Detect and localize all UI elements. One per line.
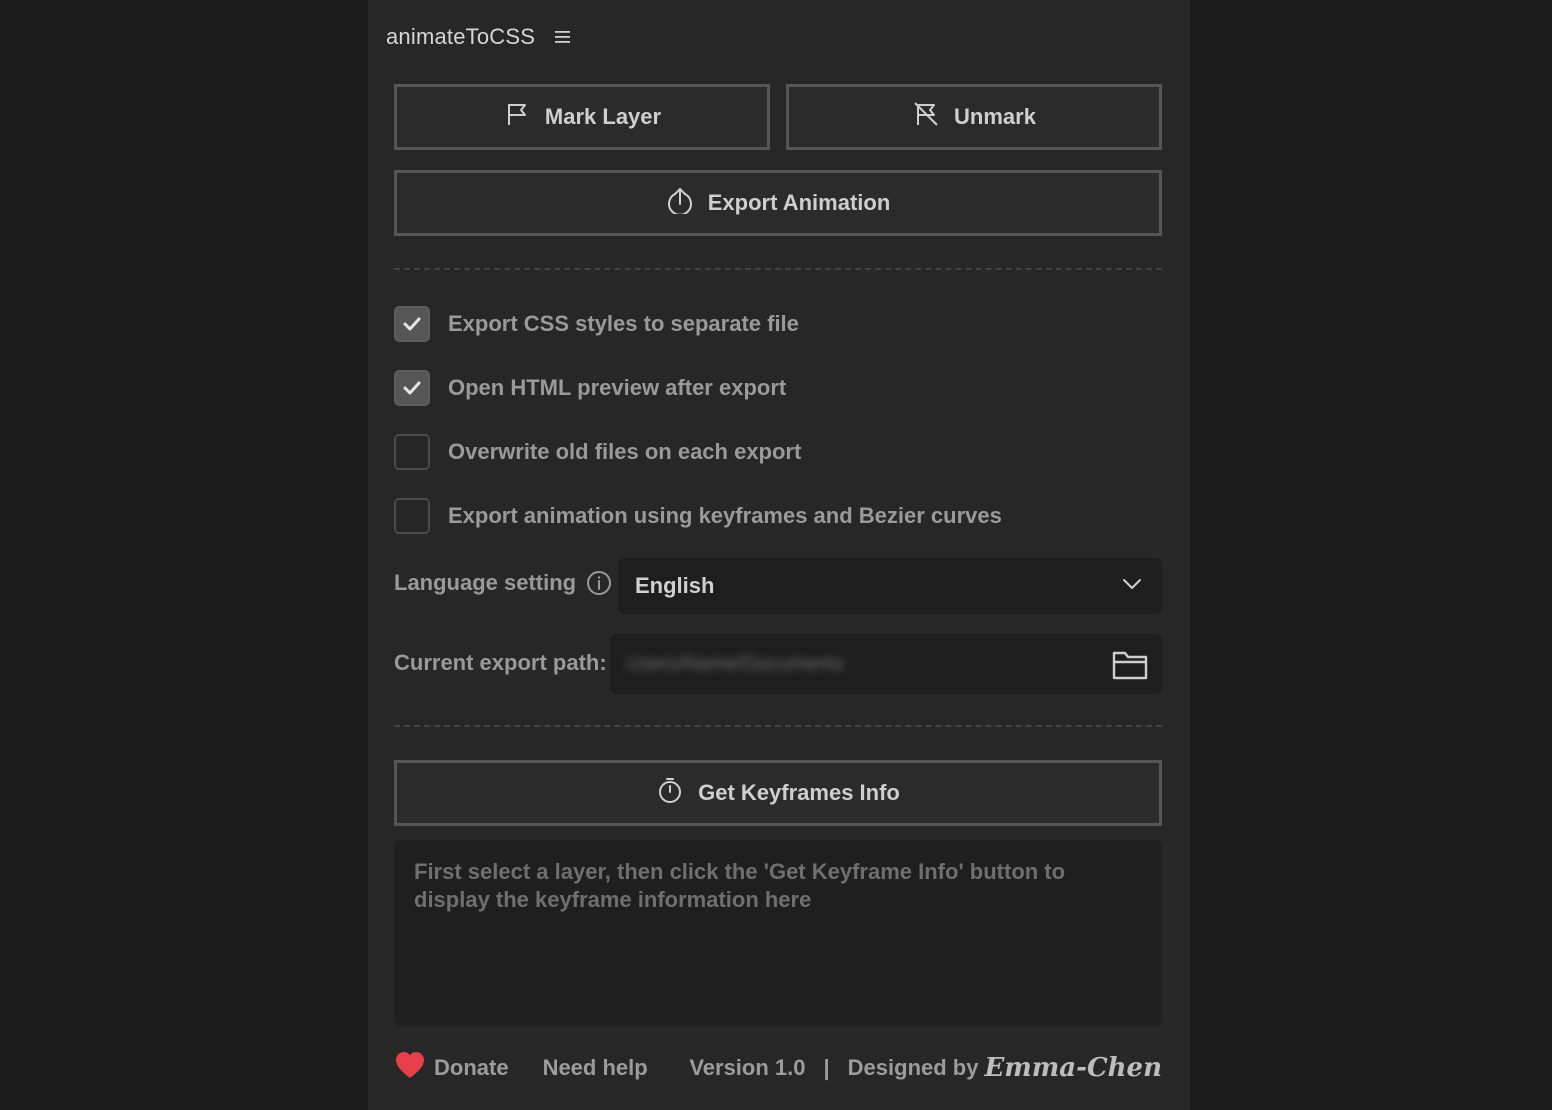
export-path-value: Users/Name/Documents — [626, 652, 844, 675]
language-label-text: Language setting — [394, 570, 577, 595]
get-keyframes-info-button[interactable]: Get Keyframes Info — [394, 760, 1162, 826]
option-label: Export CSS styles to separate file — [448, 311, 799, 336]
timer-icon — [656, 776, 684, 810]
mark-layer-label: Mark Layer — [544, 104, 662, 129]
author-signature[interactable]: Emma-Chen — [984, 1053, 1162, 1083]
unmark-button[interactable]: Unmark — [786, 84, 1162, 150]
hamburger-menu-icon[interactable] — [553, 29, 573, 45]
need-help-link[interactable]: Need help — [543, 1055, 648, 1081]
version-text: Version 1.0 — [689, 1055, 806, 1080]
keyframe-info-output[interactable]: First select a layer, then click the 'Ge… — [394, 840, 1162, 1026]
unmark-label: Unmark — [954, 104, 1036, 129]
option-keyframes-bezier[interactable]: Export animation using keyframes and Bez… — [394, 498, 1002, 534]
export-path-label-text: Current export path: — [394, 650, 607, 675]
language-setting-label: Language setting — [394, 570, 612, 596]
checkbox-checked[interactable] — [394, 306, 430, 342]
checkbox-checked[interactable] — [394, 370, 430, 406]
flag-icon — [503, 100, 531, 134]
option-open-html-preview[interactable]: Open HTML preview after export — [394, 370, 786, 406]
export-path-label: Current export path: — [394, 650, 607, 676]
export-path-field[interactable]: Users/Name/Documents — [610, 634, 1162, 694]
upload-icon — [666, 186, 694, 220]
keyframe-info-placeholder: First select a layer, then click the 'Ge… — [414, 859, 1066, 912]
chevron-down-icon — [1120, 572, 1144, 601]
option-label: Export animation using keyframes and Bez… — [448, 503, 1002, 528]
mark-layer-button[interactable]: Mark Layer — [394, 84, 770, 150]
section-divider — [394, 725, 1162, 727]
checkbox-unchecked[interactable] — [394, 434, 430, 470]
folder-icon[interactable] — [1110, 644, 1150, 684]
checkbox-unchecked[interactable] — [394, 498, 430, 534]
donate-label: Donate — [434, 1055, 509, 1080]
app-title: animateToCSS — [386, 24, 536, 49]
flag-off-icon — [912, 100, 940, 134]
footer: Donate Need help Version 1.0 | Designed … — [394, 1048, 1162, 1088]
section-divider — [394, 268, 1162, 270]
plugin-panel: animateToCSS Mark Layer Unmark Export An… — [368, 0, 1190, 1110]
heart-icon — [394, 1050, 426, 1086]
option-overwrite-old-files[interactable]: Overwrite old files on each export — [394, 434, 801, 470]
info-icon[interactable] — [586, 570, 612, 596]
export-animation-button[interactable]: Export Animation — [394, 170, 1162, 236]
footer-separator: | — [823, 1055, 830, 1080]
option-label: Overwrite old files on each export — [448, 439, 802, 464]
title-bar: animateToCSS — [386, 20, 573, 54]
option-export-css-separate[interactable]: Export CSS styles to separate file — [394, 306, 799, 342]
get-keyframes-info-label: Get Keyframes Info — [698, 780, 900, 805]
export-animation-label: Export Animation — [707, 190, 891, 215]
donate-link[interactable]: Donate — [394, 1050, 509, 1086]
language-select[interactable]: English — [618, 558, 1162, 614]
language-selected-value: English — [635, 573, 715, 598]
option-label: Open HTML preview after export — [448, 375, 787, 400]
designed-by-text: Designed by — [847, 1055, 979, 1080]
